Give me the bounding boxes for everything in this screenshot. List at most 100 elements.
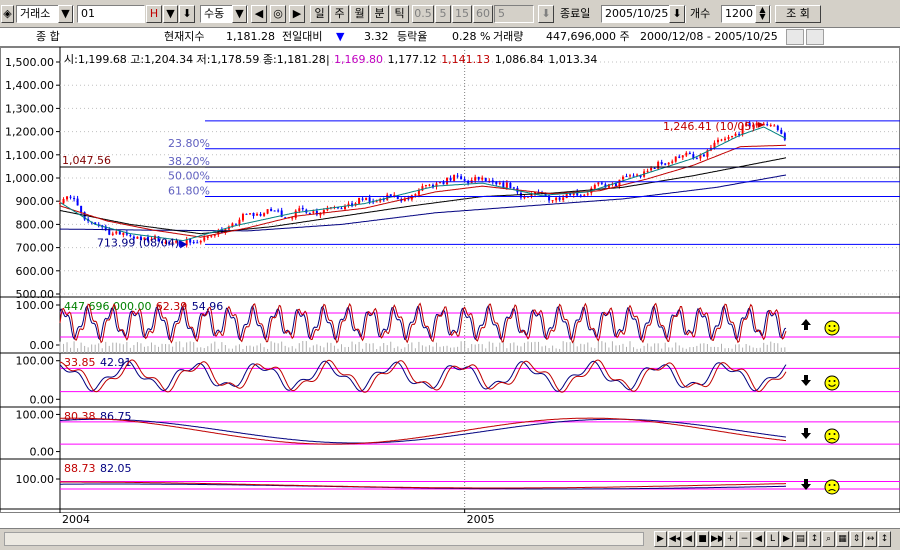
period-dropdown-icon[interactable]: ▼	[163, 5, 178, 23]
interval-5-button[interactable]: 5	[435, 5, 451, 23]
menu-icon[interactable]: ◈	[1, 5, 14, 23]
main-y-tick-label: 700.00	[16, 242, 55, 255]
period-month-button[interactable]: 월	[350, 5, 369, 23]
sub3-face-eye	[833, 433, 836, 435]
index-value: 1,181.28	[226, 30, 275, 43]
settings-icon[interactable]	[806, 29, 824, 45]
interval-apply-icon[interactable]: ⬇	[538, 5, 554, 23]
scroll-right-icon[interactable]: ▶	[654, 531, 667, 547]
candle-body	[294, 210, 297, 219]
x-tick-label: 2005	[467, 513, 495, 526]
query-button[interactable]: 조 회	[775, 5, 821, 23]
ma-value-3: 1,086.84	[495, 53, 544, 66]
sub4-value-1: 82.05	[100, 462, 132, 475]
stop-icon[interactable]: ■	[696, 531, 709, 547]
candle-body	[766, 124, 769, 126]
candle-body	[636, 174, 639, 176]
last-icon[interactable]: ▶▶	[710, 531, 723, 547]
candle-body	[653, 167, 656, 169]
ma-value-2: 1,141.13	[441, 53, 490, 66]
candle-body	[597, 182, 600, 185]
fib-label-3: 61.80%	[168, 185, 210, 198]
x-tick-label: 2004	[62, 513, 90, 526]
main-y-tick-label: 1,400.00	[5, 79, 54, 92]
candle-body	[724, 138, 727, 140]
fit-icon[interactable]: ⇕	[850, 531, 863, 547]
interval-0-5-button[interactable]: 0.5	[412, 5, 434, 23]
candle-body	[629, 175, 632, 177]
candle-body	[66, 196, 69, 200]
candle-body	[695, 158, 698, 160]
play-back-icon[interactable]: ◀	[682, 531, 695, 547]
period-tick-button[interactable]: 틱	[390, 5, 409, 23]
target-icon[interactable]: ◎	[270, 5, 286, 23]
horizontal-scrollbar[interactable]	[4, 532, 644, 546]
expand-horizontal-icon[interactable]: ↔	[864, 531, 877, 547]
line-tool-icon[interactable]: L	[766, 531, 779, 547]
download-arrow-icon[interactable]: ⬇	[179, 5, 195, 23]
main-y-tick-label: 800.00	[16, 218, 55, 231]
sub2-value-1: 42.91	[100, 356, 132, 369]
table-icon[interactable]: ▦	[836, 531, 849, 547]
market-value: 거래소	[20, 7, 51, 20]
print-icon[interactable]	[786, 29, 804, 45]
code-input[interactable]: 01	[77, 5, 145, 23]
zoom-out-icon[interactable]: −	[738, 531, 751, 547]
candle-body	[702, 154, 705, 157]
candle-body	[301, 207, 304, 210]
candle-body	[241, 214, 244, 221]
candle-body	[720, 139, 723, 141]
candle-body	[234, 223, 237, 225]
magnify-icon[interactable]: ⌕	[822, 531, 835, 547]
ma-value-1: 1,177.12	[388, 53, 437, 66]
period-day-button[interactable]: 일	[310, 5, 329, 23]
ohlc-values: 시:1,199.68 고:1,204.34 저:1,178.59 종:1,181…	[64, 53, 326, 66]
candle-body	[456, 175, 459, 177]
interval-custom-input[interactable]: 5	[494, 5, 534, 23]
expand-vertical-icon[interactable]: ↕	[878, 531, 891, 547]
sub4-y-tick-label: 100.00	[16, 473, 55, 486]
zoom-in-icon[interactable]: +	[724, 531, 737, 547]
period-minute-button[interactable]: 분	[370, 5, 389, 23]
first-icon[interactable]: ◀◀	[668, 531, 681, 547]
calendar-dropdown-icon[interactable]: ⬇	[669, 5, 685, 23]
mode-dropdown-icon[interactable]: ▼	[232, 5, 247, 23]
candle-body	[498, 182, 501, 184]
volume-value: 447,696,000 주	[546, 30, 630, 43]
period-week-button[interactable]: 주	[330, 5, 349, 23]
candle-body	[256, 213, 259, 216]
count-label: 개수	[690, 7, 711, 20]
candle-body	[678, 156, 681, 158]
split-icon[interactable]: ▤	[794, 531, 807, 547]
main-y-tick-label: 900.00	[16, 195, 55, 208]
candle-body	[340, 208, 343, 210]
interval-60-button[interactable]: 60	[473, 5, 493, 23]
candle-body	[361, 198, 364, 200]
pan-icon[interactable]: ↕	[808, 531, 821, 547]
sub1-y-tick-label: 100.00	[16, 299, 55, 312]
count-spinner-icon[interactable]: ▲ ▼	[755, 5, 770, 23]
sub4-frown-face-icon	[824, 479, 840, 495]
fib-label-2: 50.00%	[168, 170, 210, 183]
main-y-tick-label: 600.00	[16, 265, 55, 278]
candle-body	[245, 213, 248, 215]
sub1-face-eye	[828, 325, 831, 327]
sub4-face-eye	[833, 484, 836, 486]
info-bar: 종 합 현재지수 1,181.28 전일대비 ▼ 3.32 등락율 0.28 %…	[0, 28, 900, 47]
candle-body	[263, 213, 266, 216]
candle-body	[446, 177, 449, 185]
candle-body	[80, 205, 83, 213]
scroll-end-icon[interactable]: ▶	[780, 531, 793, 547]
candle-body	[368, 197, 371, 202]
market-dropdown-icon[interactable]: ▼	[58, 5, 73, 23]
period-h-button[interactable]: H	[146, 5, 162, 23]
fib-label-1: 38.20%	[168, 155, 210, 168]
next-icon[interactable]: ▶	[289, 5, 305, 23]
interval-15-button[interactable]: 15	[452, 5, 472, 23]
candle-body	[646, 170, 649, 172]
candle-body	[600, 182, 603, 184]
candle-body	[780, 129, 783, 134]
scroll-left-icon[interactable]: ◀	[752, 531, 765, 547]
prev-icon[interactable]: ◀	[251, 5, 267, 23]
candle-body	[650, 167, 653, 171]
